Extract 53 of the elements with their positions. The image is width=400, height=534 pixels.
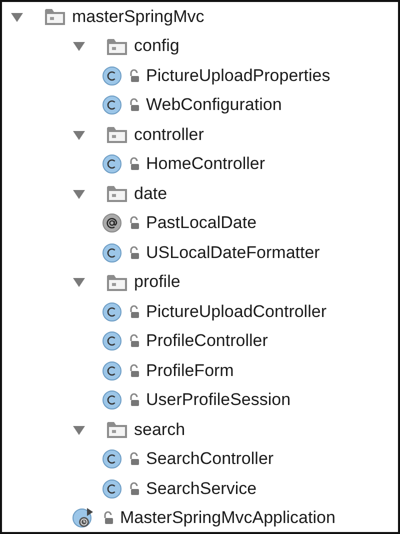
expand-triangle-icon[interactable]	[72, 276, 86, 288]
padlock-icon	[128, 334, 140, 348]
folder-icon	[106, 272, 128, 292]
class-name[interactable]: ProfileForm	[146, 360, 234, 381]
padlock-icon	[128, 98, 140, 112]
class-name[interactable]: UserProfileSession	[146, 390, 291, 410]
class-icon	[102, 66, 122, 86]
folder-icon	[44, 7, 66, 26]
padlock-icon	[128, 246, 140, 260]
class-icon	[102, 360, 122, 381]
padlock-icon	[128, 482, 140, 496]
class-name[interactable]: SearchService	[146, 478, 257, 499]
folder-name[interactable]: masterSpringMvc	[72, 6, 204, 27]
padlock-icon	[128, 364, 140, 378]
folder-icon	[106, 36, 128, 56]
expand-triangle-icon[interactable]	[72, 128, 86, 141]
class-name[interactable]: PastLocalDate	[146, 213, 257, 234]
class-icon	[102, 302, 122, 322]
folder-name[interactable]: config	[134, 36, 180, 56]
padlock-icon	[128, 216, 140, 230]
class-icon	[102, 390, 122, 410]
padlock-icon	[102, 511, 114, 526]
class-icon	[102, 331, 122, 352]
class-icon	[102, 478, 122, 499]
folder-name[interactable]: date	[134, 184, 168, 204]
class-name[interactable]: WebConfiguration	[146, 95, 282, 116]
class-icon	[102, 242, 122, 263]
padlock-icon	[128, 452, 140, 466]
folder-icon	[106, 420, 128, 440]
expand-triangle-icon[interactable]	[72, 188, 86, 200]
class-name[interactable]: HomeController	[146, 154, 266, 174]
class-icon	[102, 449, 122, 470]
class-name[interactable]: MasterSpringMvcApplication	[120, 508, 336, 528]
class-icon	[102, 95, 122, 116]
folder-name[interactable]: controller	[134, 124, 204, 145]
class-name[interactable]: ProfileController	[146, 331, 268, 352]
folder-name[interactable]: profile	[134, 272, 180, 292]
expand-triangle-icon[interactable]	[72, 424, 86, 436]
annotation-icon	[102, 213, 122, 234]
folder-name[interactable]: search	[134, 420, 186, 440]
class-icon	[102, 154, 122, 174]
folder-icon	[106, 125, 128, 144]
class-name[interactable]: USLocalDateFormatter	[146, 242, 320, 263]
padlock-icon	[128, 393, 140, 408]
folder-icon	[106, 184, 128, 204]
class-name[interactable]: SearchController	[146, 449, 274, 470]
expand-triangle-icon[interactable]	[10, 10, 24, 23]
padlock-icon	[128, 304, 140, 319]
expand-triangle-icon[interactable]	[72, 40, 86, 52]
padlock-icon	[128, 68, 140, 83]
padlock-icon	[128, 157, 140, 172]
class-name[interactable]: PictureUploadProperties	[146, 66, 330, 86]
class-name[interactable]: PictureUploadController	[146, 302, 326, 322]
